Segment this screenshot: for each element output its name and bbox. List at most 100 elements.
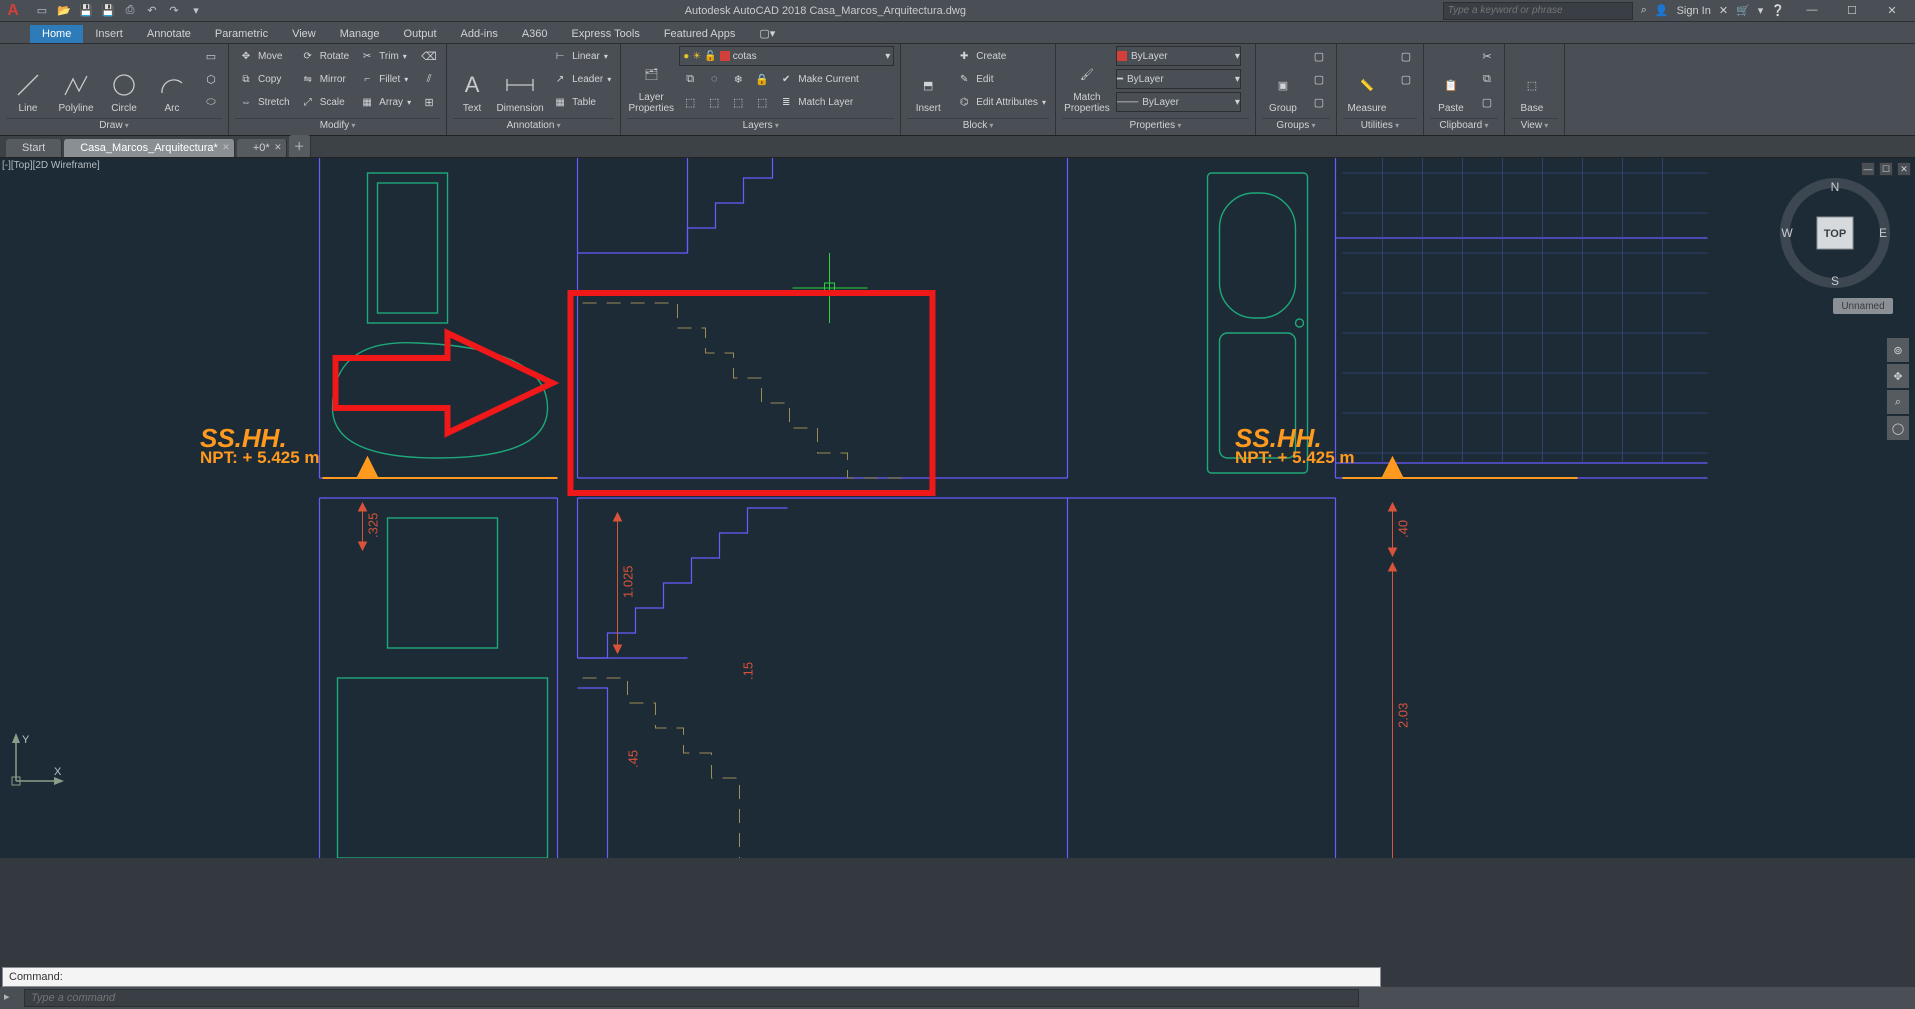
tab-panel-dropdown[interactable]: ▢▾ [747,24,787,43]
navbar-orbit-icon[interactable]: ◯ [1887,416,1909,440]
table-button[interactable]: ▦Table [549,92,614,112]
linetype-combo[interactable]: ───ByLayer▾ [1116,92,1241,112]
command-input[interactable] [24,989,1359,1007]
help-dropdown-icon[interactable]: ▾ [1758,4,1764,17]
qat-undo-icon[interactable]: ↶ [144,3,160,19]
filetab-close-icon[interactable]: ✕ [222,142,230,153]
line-button[interactable]: Line [6,46,50,114]
fillet-button[interactable]: ⌐Fillet▾ [356,69,414,89]
edit-attributes-button[interactable]: ⌬Edit Attributes▾ [953,92,1049,112]
signin-icon[interactable]: 👤 [1655,4,1669,17]
maximize-button[interactable]: ☐ [1841,4,1863,17]
tab-output[interactable]: Output [392,25,449,43]
qat-dropdown-icon[interactable]: ▾ [188,3,204,19]
layer-off-icon[interactable]: ◌ [703,69,725,89]
tab-view[interactable]: View [280,25,328,43]
viewcube-unnamed[interactable]: Unnamed [1833,298,1893,314]
polyline-button[interactable]: Polyline [54,46,98,114]
copy-button[interactable]: ⧉Copy [235,69,293,89]
stretch-button[interactable]: ⇔Stretch [235,92,293,112]
tab-parametric[interactable]: Parametric [203,25,280,43]
panel-layers-title[interactable]: Layers [627,118,894,135]
tab-insert[interactable]: Insert [83,25,135,43]
panel-clipboard-title[interactable]: Clipboard [1430,118,1498,135]
paste-button[interactable]: 📋Paste [1430,46,1472,114]
layer-combo[interactable]: ● ☀ 🔓 cotas ▾ [679,46,894,66]
copy-clip-icon[interactable]: ⧉ [1476,69,1498,89]
arc-button[interactable]: Arc [150,46,194,114]
qat-open-icon[interactable]: 📂 [56,3,72,19]
leader-button[interactable]: ↗Leader▾ [549,69,614,89]
drawing-viewport[interactable]: [-][Top][2D Wireframe] ― ☐ ✕ [0,158,1915,858]
tab-express[interactable]: Express Tools [560,25,652,43]
util-2-icon[interactable]: ▢ [1395,69,1417,89]
move-button[interactable]: ✥Move [235,46,293,66]
text-button[interactable]: AText [453,46,491,114]
navbar-pan-icon[interactable]: ✥ [1887,364,1909,388]
qat-save-icon[interactable]: 💾 [78,3,94,19]
signin-label[interactable]: Sign In [1677,5,1711,17]
block-create-button[interactable]: ✚Create [953,46,1049,66]
clip-misc-icon[interactable]: ▢ [1476,92,1498,112]
modify-misc1-icon[interactable]: ⌫ [418,46,440,66]
trim-button[interactable]: ✂Trim▾ [356,46,414,66]
ungroup-icon[interactable]: ▢ [1308,46,1330,66]
base-button[interactable]: ⬚Base [1511,46,1553,114]
modify-misc3-icon[interactable]: ⊞ [418,92,440,112]
infocenter-icon[interactable]: ⌕ [1641,4,1647,17]
color-combo[interactable]: ByLayer▾ [1116,46,1241,66]
tab-featured[interactable]: Featured Apps [652,25,748,43]
group-edit-icon[interactable]: ▢ [1308,69,1330,89]
tab-home[interactable]: Home [30,25,83,43]
filetab2-close-icon[interactable]: ✕ [274,142,282,153]
draw-misc1-icon[interactable]: ▭ [200,46,222,66]
help-search-input[interactable] [1443,2,1633,20]
help-icon[interactable]: ❔ [1771,4,1785,17]
layer-lock2-icon[interactable]: 🔒 [751,69,773,89]
cut-icon[interactable]: ✂ [1476,46,1498,66]
panel-annotation-title[interactable]: Annotation [453,118,614,135]
qat-new-icon[interactable]: ▭ [34,3,50,19]
exchange-icon[interactable]: ✕ [1719,4,1728,17]
close-button[interactable]: ✕ [1881,4,1903,17]
layer-extra1-icon[interactable]: ⬚ [679,92,701,112]
layer-extra3-icon[interactable]: ⬚ [727,92,749,112]
mirror-button[interactable]: ⇋Mirror [297,69,352,89]
qat-saveas-icon[interactable]: 💾 [100,3,116,19]
draw-misc3-icon[interactable]: ⬭ [200,92,222,112]
cmd-prompt-icon[interactable]: ▸ [4,990,20,1006]
panel-utilities-title[interactable]: Utilities [1343,118,1417,135]
array-button[interactable]: ▦Array▾ [356,92,414,112]
tab-manage[interactable]: Manage [328,25,392,43]
modify-misc2-icon[interactable]: ⫽ [418,69,440,89]
filetab-new-icon[interactable]: ＋ [289,135,311,157]
make-current-button[interactable]: ✔Make Current [775,69,862,89]
block-edit-button[interactable]: ✎Edit [953,69,1049,89]
filetab-start[interactable]: Start [6,139,62,157]
qat-redo-icon[interactable]: ↷ [166,3,182,19]
cart-icon[interactable]: 🛒 [1736,4,1750,17]
insert-button[interactable]: ⬒Insert [907,46,949,114]
viewcube[interactable]: N S E W TOP [1775,173,1895,293]
navbar-zoom-icon[interactable]: ⌕ [1887,390,1909,414]
rotate-button[interactable]: ⟳Rotate [297,46,352,66]
panel-view-title[interactable]: View [1511,118,1558,135]
group-sel-icon[interactable]: ▢ [1308,92,1330,112]
group-button[interactable]: ▣Group [1262,46,1304,114]
tab-annotate[interactable]: Annotate [135,25,203,43]
layer-freeze-icon[interactable]: ❄ [727,69,749,89]
layer-iso-icon[interactable]: ⧉ [679,69,701,89]
draw-misc2-icon[interactable]: ⬡ [200,69,222,89]
lineweight-combo[interactable]: ━ByLayer▾ [1116,69,1241,89]
scale-button[interactable]: ⤢Scale [297,92,352,112]
filetab-current[interactable]: Casa_Marcos_Arquitectura*✕ [64,139,235,157]
dimension-button[interactable]: Dimension [495,46,545,114]
app-logo-icon[interactable]: A [0,0,26,22]
filetab-plus0[interactable]: +0*✕ [237,139,287,157]
measure-button[interactable]: 📏Measure [1343,46,1391,114]
navbar-wheel-icon[interactable]: ⊚ [1887,338,1909,362]
match-layer-button[interactable]: ≣Match Layer [775,92,856,112]
circle-button[interactable]: Circle [102,46,146,114]
minimize-button[interactable]: ― [1801,4,1823,17]
qat-plot-icon[interactable]: ⎙ [122,3,138,19]
